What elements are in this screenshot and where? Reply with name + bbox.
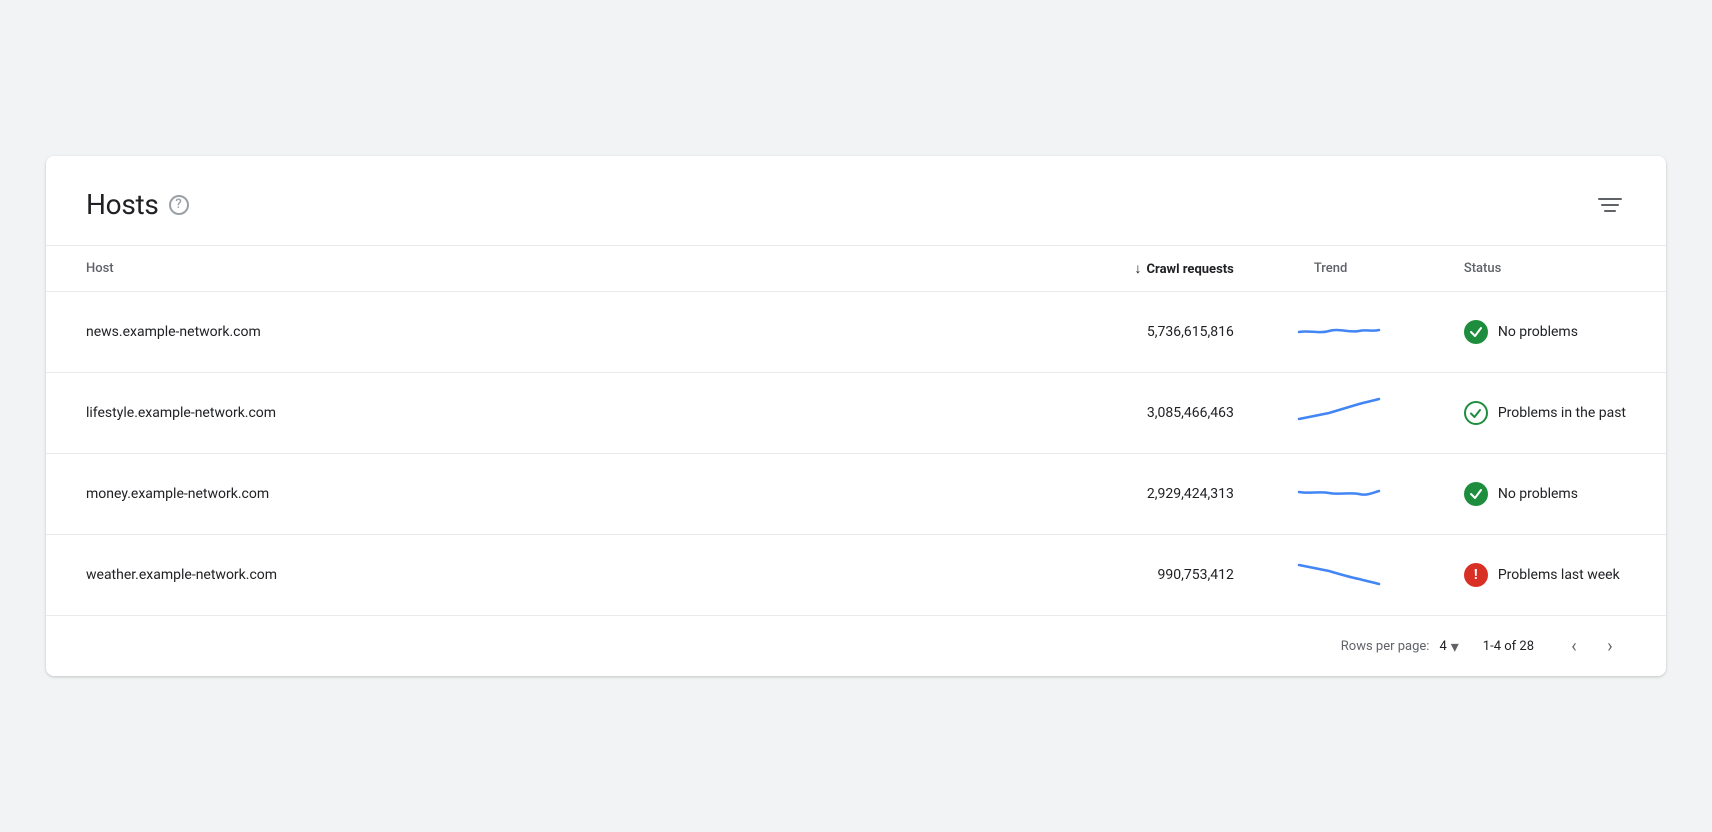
rows-per-page-value: 4 — [1439, 639, 1446, 654]
status-wrapper: No problems — [1464, 482, 1626, 506]
trend-chart — [1294, 393, 1384, 429]
trend-cell — [1274, 535, 1424, 616]
crawl-requests-cell: 2,929,424,313 — [937, 454, 1274, 535]
filter-line-3 — [1604, 210, 1616, 212]
rows-per-page-select[interactable]: 4 ▾ — [1439, 637, 1458, 656]
hosts-card: Hosts ? Host ↓Crawl requests Trend Statu… — [46, 156, 1666, 676]
table-row[interactable]: money.example-network.com2,929,424,313 No… — [46, 454, 1666, 535]
host-cell: money.example-network.com — [46, 454, 937, 535]
table-header-row: Host ↓Crawl requests Trend Status — [46, 246, 1666, 292]
pagination-info: 1-4 of 28 — [1483, 639, 1534, 654]
status-text: Problems in the past — [1498, 405, 1626, 421]
host-cell: lifestyle.example-network.com — [46, 373, 937, 454]
col-trend: Trend — [1274, 246, 1424, 292]
crawl-requests-cell: 990,753,412 — [937, 535, 1274, 616]
trend-cell — [1274, 454, 1424, 535]
next-page-button[interactable]: › — [1594, 630, 1626, 662]
host-cell: weather.example-network.com — [46, 535, 937, 616]
filter-button[interactable] — [1594, 194, 1626, 216]
col-status: Status — [1424, 246, 1666, 292]
trend-cell — [1274, 373, 1424, 454]
help-icon[interactable]: ? — [169, 195, 189, 215]
col-host: Host — [46, 246, 937, 292]
status-wrapper: No problems — [1464, 320, 1626, 344]
page-title: Hosts — [86, 188, 159, 221]
crawl-requests-cell: 3,085,466,463 — [937, 373, 1274, 454]
checkmark-icon — [1469, 487, 1483, 501]
status-cell: ! Problems last week — [1424, 535, 1666, 616]
filter-line-2 — [1601, 204, 1619, 206]
status-icon-green — [1464, 320, 1488, 344]
checkmark-icon — [1469, 325, 1483, 339]
card-header: Hosts ? — [46, 156, 1666, 245]
status-cell: No problems — [1424, 292, 1666, 373]
status-cell: No problems — [1424, 454, 1666, 535]
rows-per-page-section: Rows per page: 4 ▾ — [1341, 637, 1459, 656]
status-text: No problems — [1498, 486, 1578, 502]
col-crawl-requests[interactable]: ↓Crawl requests — [937, 246, 1274, 292]
checkmark-outline-icon — [1469, 407, 1482, 420]
pagination-nav: ‹ › — [1558, 630, 1626, 662]
host-cell: news.example-network.com — [46, 292, 937, 373]
trend-chart — [1294, 555, 1384, 591]
table-row[interactable]: weather.example-network.com990,753,412! P… — [46, 535, 1666, 616]
chevron-down-icon: ▾ — [1451, 637, 1459, 656]
status-icon-green — [1464, 482, 1488, 506]
status-icon-outline — [1464, 401, 1488, 425]
title-row: Hosts ? — [86, 188, 189, 221]
prev-page-button[interactable]: ‹ — [1558, 630, 1590, 662]
status-text: Problems last week — [1498, 567, 1620, 583]
filter-line-1 — [1598, 198, 1622, 200]
table-footer: Rows per page: 4 ▾ 1-4 of 28 ‹ › — [46, 615, 1666, 676]
rows-per-page-label: Rows per page: — [1341, 639, 1430, 654]
sort-arrow-icon: ↓ — [1135, 260, 1142, 277]
trend-chart — [1294, 312, 1384, 348]
table-row[interactable]: lifestyle.example-network.com3,085,466,4… — [46, 373, 1666, 454]
status-wrapper: ! Problems last week — [1464, 563, 1626, 587]
status-wrapper: Problems in the past — [1464, 401, 1626, 425]
status-text: No problems — [1498, 324, 1578, 340]
status-icon-error: ! — [1464, 563, 1488, 587]
trend-cell — [1274, 292, 1424, 373]
table-row[interactable]: news.example-network.com5,736,615,816 No … — [46, 292, 1666, 373]
trend-chart — [1294, 474, 1384, 510]
crawl-requests-cell: 5,736,615,816 — [937, 292, 1274, 373]
status-cell: Problems in the past — [1424, 373, 1666, 454]
hosts-table: Host ↓Crawl requests Trend Status news.e… — [46, 245, 1666, 615]
